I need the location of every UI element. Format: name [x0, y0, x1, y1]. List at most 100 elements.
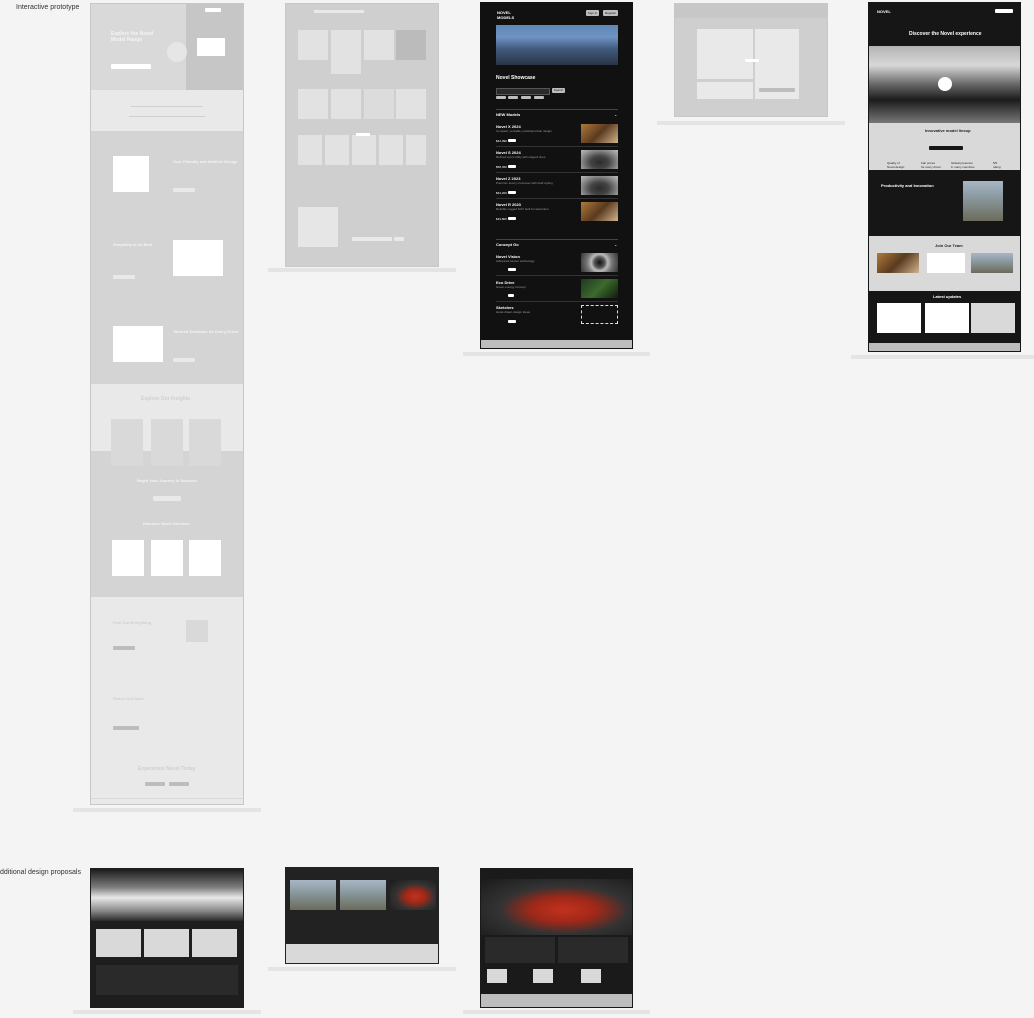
frame3-concept-2-button[interactable] [508, 294, 514, 297]
frame3-filter-select[interactable] [496, 88, 550, 95]
frame1-exp-button-1[interactable] [145, 782, 165, 786]
proposal2-page [285, 867, 439, 964]
frame3-item-1-price: $42,990 [496, 139, 507, 143]
frame5-lineup-button[interactable] [929, 146, 963, 150]
frame3-item-1-image [581, 124, 618, 143]
frame2-row2-image-4 [396, 89, 426, 119]
proposal3-thumb-3 [581, 969, 601, 983]
frame3-item-2-image [581, 150, 618, 169]
frame2-row3-image-5 [406, 135, 426, 165]
frame3-chip-3[interactable] [521, 96, 531, 99]
frame3-concept-2-desc: Green energy concept [496, 285, 526, 289]
frame3-item-4-price: $49,800 [496, 217, 507, 221]
frame1-insights-title: Explore Our Insights [141, 396, 191, 402]
frame1-findout-image [186, 620, 208, 642]
frame3-list-header: NEW Models [496, 112, 521, 117]
frame3-chip-2[interactable] [508, 96, 518, 99]
frame1-exp-button-2[interactable] [169, 782, 189, 786]
frame4-secondary-button[interactable] [759, 88, 795, 92]
frame5-discover-title: Discover the Novel experience [909, 31, 982, 37]
frame2-search-bar[interactable] [314, 10, 364, 13]
frame1-findout-button[interactable] [113, 646, 135, 650]
frame1-hero-button[interactable] [111, 64, 151, 69]
frame2-row1-image-2 [331, 30, 361, 74]
frame2-stand [268, 268, 456, 272]
frame1-reach-title: Reach Out Now! [113, 696, 144, 701]
frame3-filter-button[interactable]: Search [552, 88, 565, 93]
frame1-service-card-2 [151, 540, 183, 576]
frame2-promo-input[interactable] [352, 237, 392, 241]
frame3-divider-2 [496, 239, 618, 240]
frame3-chip-4[interactable] [534, 96, 544, 99]
frame1-feature-title-3: Tailored Solutions for Every Driver [173, 329, 239, 334]
frame3-concept-2-divider [496, 301, 618, 302]
frame4-map [697, 82, 753, 99]
frame3-chip-1[interactable] [496, 96, 506, 99]
frame4-form-panel-left [697, 29, 753, 79]
frame4-stand [657, 121, 845, 125]
frame5-logo: NOVEL [877, 9, 891, 14]
frame1-insight-card-3 [189, 419, 221, 466]
frame3-concept-1-button[interactable] [508, 268, 516, 271]
frame5-stat-2-desc: for every driver [921, 165, 942, 169]
frame1-reach-button[interactable] [113, 726, 139, 730]
frame2-promo-button[interactable] [394, 237, 404, 241]
frame3-concept-3-button[interactable] [508, 320, 516, 323]
frame5-team-title: Join Our Team [935, 243, 963, 248]
frame5-stat-4-desc: rating [993, 165, 1001, 169]
proposal2-card-1 [290, 880, 336, 910]
frame3-showcase-title: Novel Showcase [496, 75, 536, 81]
proposal3-panel-1 [485, 937, 555, 963]
frame1-journey-button[interactable] [153, 496, 181, 501]
frame1-nav-button[interactable] [205, 8, 221, 12]
frame1-feature-button-1[interactable] [173, 188, 195, 192]
proposal2-card-3 [390, 880, 436, 910]
frame5-latest-card-1 [877, 303, 921, 333]
frame3-register-button[interactable]: Register [603, 10, 618, 16]
frame3-concept-chevron-icon[interactable]: ⌄ [614, 242, 617, 247]
frame3-item-1-button[interactable] [508, 139, 516, 142]
frame5-nav-button[interactable] [995, 9, 1013, 13]
frame3-item-2-divider [496, 172, 618, 173]
frame1-stand [73, 808, 261, 812]
frame5-lineup-title: Innovative model lineup [925, 128, 971, 133]
interactive-prototype-label: Interactive prototype [16, 4, 80, 11]
frame3-brand: NOVEL MODELS [497, 10, 515, 20]
frame1-band-line [131, 106, 203, 107]
frame5-stat-1-desc: Novel design [887, 165, 905, 169]
frame3-item-4-button[interactable] [508, 217, 516, 220]
frame3-item-2-price: $58,450 [496, 165, 507, 169]
frame2-row1-image-3 [364, 30, 394, 60]
frame5-section-title: Productivity and Innovation [881, 183, 934, 188]
frame4-submit-button[interactable] [745, 59, 759, 62]
frame5-section-image [963, 181, 1003, 221]
frame3-item-3-image [581, 176, 618, 195]
frame2-row2-image-2 [331, 89, 361, 119]
frame5-latest-title: Latest updates [933, 294, 962, 299]
proposal3-footer [481, 994, 632, 1007]
frame3-item-3-price: $64,200 [496, 191, 507, 195]
frame1-feature-button-3[interactable] [173, 358, 195, 362]
proposal3-thumb-2 [533, 969, 553, 983]
additional-proposals-label: dditional design proposals [0, 869, 81, 876]
frame2-promo-circle [298, 207, 338, 247]
frame3-item-3-button[interactable] [508, 191, 516, 194]
frame1-journey-title: Begin Your Journey to Success [137, 478, 197, 483]
frame2-row3-image-3 [352, 135, 376, 165]
proposal1-news [96, 965, 238, 995]
frame3-item-2-button[interactable] [508, 165, 516, 168]
frame3-city-banner [496, 25, 618, 65]
frame3-showcase-page: NOVEL MODELS Sign in Register Novel Show… [480, 2, 633, 349]
frame3-list-chevron-icon[interactable]: ⌄ [614, 112, 617, 117]
frame3-concept-header: Concept Go [496, 242, 519, 247]
frame3-divider [496, 109, 618, 110]
frame1-feature-image-1 [113, 156, 149, 192]
frame3-signin-button[interactable]: Sign in [586, 10, 599, 16]
proposal1-card-3 [192, 929, 237, 957]
frame1-exp-title: Experience Novel Today [138, 766, 196, 772]
frame2-row1-image-4 [396, 30, 426, 60]
frame5-discover-page: NOVEL Discover the Novel experience Inno… [868, 2, 1021, 352]
frame3-item-1-divider [496, 146, 618, 147]
frame2-row3-image-1 [298, 135, 322, 165]
frame1-feature-button-2[interactable] [113, 275, 135, 279]
